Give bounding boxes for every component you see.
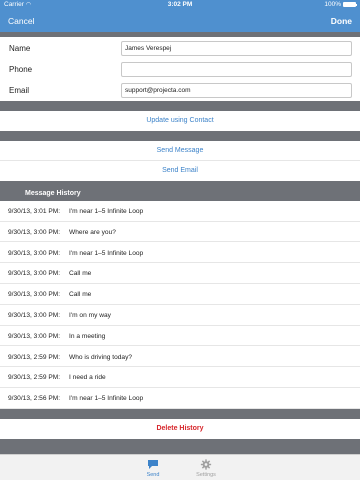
message-history-list[interactable]: 9/30/13, 3:01 PM: I'm near 1–5 Infinite L… (0, 201, 360, 409)
name-row: Name (0, 38, 360, 59)
email-row: Email (0, 80, 360, 101)
history-message: In a meeting (69, 332, 106, 340)
history-timestamp: 9/30/13, 3:00 PM: (8, 270, 61, 278)
phone-row: Phone (0, 59, 360, 80)
clock: 3:02 PM (167, 1, 193, 8)
history-timestamp: 9/30/13, 3:00 PM: (8, 312, 61, 319)
history-message: Who is driving today? (69, 353, 133, 361)
history-timestamp: 9/30/13, 3:00 PM: (8, 249, 61, 257)
status-bar: Carrier ◠ 3:02 PM 100% (0, 0, 360, 10)
name-field[interactable] (121, 41, 352, 56)
contact-form: Name Phone Email (0, 37, 360, 101)
history-timestamp: 9/30/13, 2:56 PM: (8, 395, 61, 403)
tab-send-label: Send (146, 472, 160, 478)
history-row[interactable]: 9/30/13, 3:00 PM: Where are you? (0, 222, 360, 243)
history-message: I'm near 1–5 Infinite Loop (69, 208, 144, 215)
history-timestamp: 9/30/13, 2:59 PM: (8, 353, 61, 361)
history-row[interactable]: 9/30/13, 3:01 PM: I'm near 1–5 Infinite L… (0, 201, 360, 222)
send-message-button[interactable]: Send Message (0, 141, 360, 161)
history-message: I need a ride (69, 374, 106, 382)
phone-label: Phone (9, 65, 33, 74)
history-row[interactable]: 9/30/13, 2:59 PM: Who is driving today? (0, 347, 360, 368)
tab-bar: Send Settings (0, 454, 360, 480)
history-row[interactable]: 9/30/13, 3:00 PM: Call me (0, 284, 360, 305)
history-row[interactable]: 9/30/13, 2:59 PM: I need a ride (0, 367, 360, 389)
message-history-title: Message History (25, 190, 81, 197)
history-timestamp: 9/30/13, 3:00 PM: (8, 228, 61, 236)
history-timestamp: 9/30/13, 2:59 PM: (8, 374, 61, 382)
done-button[interactable]: Done (331, 16, 352, 26)
history-row[interactable]: 9/30/13, 3:00 PM: In a meeting (0, 326, 360, 347)
history-row[interactable]: 9/30/13, 3:00 PM: I'm on my way (0, 305, 360, 326)
navigation-bar: Cancel Done (0, 10, 360, 32)
history-message: Where are you? (69, 228, 116, 236)
battery-percent: 100% (324, 1, 341, 8)
battery-indicator: 100% (324, 1, 357, 8)
send-email-button[interactable]: Send Email (0, 161, 360, 181)
send-actions-group: Send Message Send Email (0, 141, 360, 181)
battery-icon (343, 2, 357, 7)
history-timestamp: 9/30/13, 3:00 PM: (8, 332, 61, 340)
history-message: I'm near 1–5 Infinite Loop (69, 249, 144, 257)
tab-settings[interactable]: Settings (186, 456, 226, 480)
cancel-button[interactable]: Cancel (8, 16, 34, 26)
speech-bubble-icon (148, 460, 158, 469)
email-label: Email (9, 86, 30, 95)
tab-send[interactable]: Send (133, 456, 173, 480)
message-history-header: Message History (0, 186, 360, 201)
tab-settings-label: Settings (196, 472, 216, 478)
history-message: Call me (69, 291, 92, 299)
history-message: I'm near 1–5 Infinite Loop (69, 395, 144, 403)
history-message: Call me (69, 270, 92, 278)
phone-field[interactable] (121, 62, 352, 77)
send-email-label: Send Email (162, 167, 198, 174)
history-row[interactable]: 9/30/13, 3:00 PM: I'm near 1–5 Infinite L… (0, 243, 360, 264)
delete-history-label: Delete History (156, 425, 204, 432)
history-row[interactable]: 9/30/13, 3:00 PM: Call me (0, 263, 360, 285)
delete-history-button[interactable]: Delete History (0, 419, 360, 439)
history-row[interactable]: 9/30/13, 2:56 PM: I'm near 1–5 Infinite L… (0, 388, 360, 409)
update-contact-label: Update using Contact (146, 117, 214, 124)
name-label: Name (9, 44, 31, 53)
update-contact-button[interactable]: Update using Contact (0, 111, 360, 131)
email-field[interactable] (121, 83, 352, 98)
history-timestamp: 9/30/13, 3:00 PM: (8, 291, 61, 299)
battery-fill (344, 3, 355, 6)
history-timestamp: 9/30/13, 3:01 PM: (8, 208, 61, 215)
history-message: I'm on my way (69, 312, 111, 319)
gear-icon (200, 459, 212, 470)
send-message-label: Send Message (156, 147, 204, 154)
